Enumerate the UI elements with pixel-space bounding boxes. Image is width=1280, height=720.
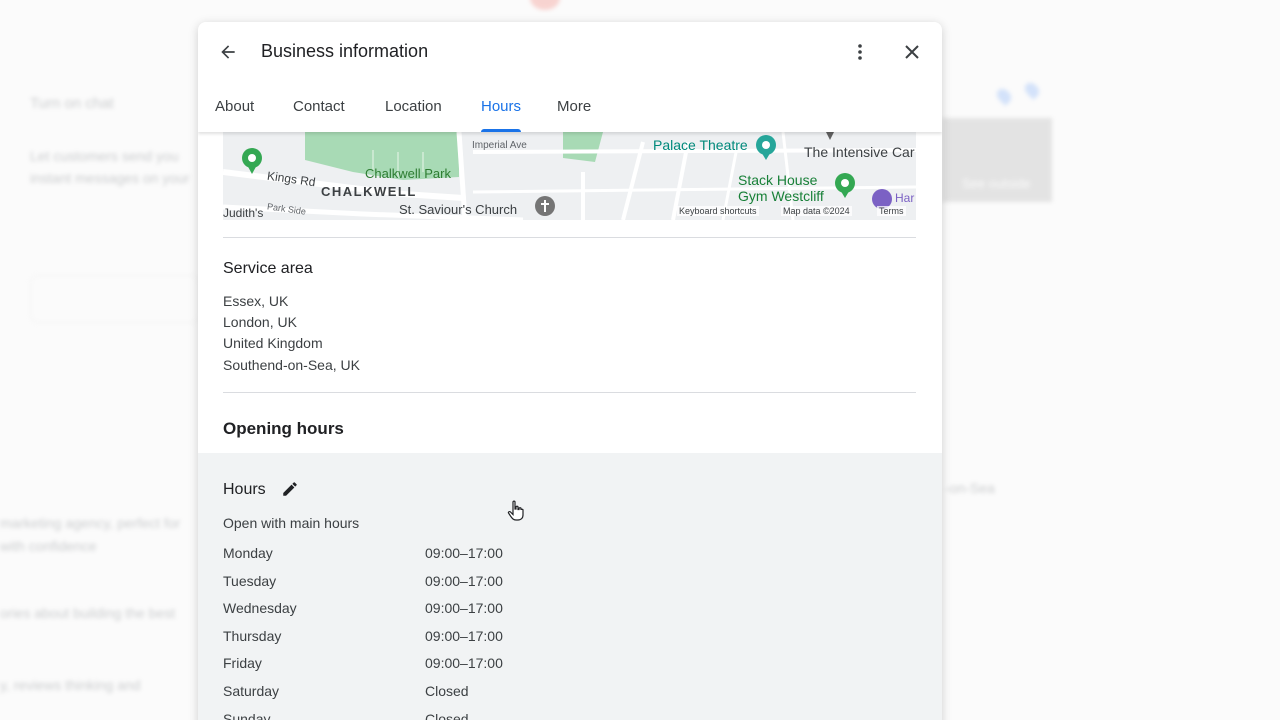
tab-hours[interactable]: Hours xyxy=(481,98,522,132)
day-hours: 09:00–17:00 xyxy=(425,545,503,561)
background-photo: See outside xyxy=(942,118,1052,202)
service-area-item: United Kingdom xyxy=(223,335,323,351)
background-chat-desc-1: Let customers send you xyxy=(30,148,179,164)
map-label: Chalkwell Park xyxy=(365,166,451,181)
hours-section[interactable]: Hours Open with main hours Monday 09:00–… xyxy=(198,453,942,720)
day-label: Friday xyxy=(223,655,262,671)
day-label: Thursday xyxy=(223,628,282,644)
dialog-title: Business information xyxy=(261,41,429,61)
tab-about[interactable]: About xyxy=(215,98,254,132)
day-hours: 09:00–17:00 xyxy=(425,573,503,589)
day-label: Wednesday xyxy=(223,600,297,616)
pencil-icon xyxy=(283,482,297,496)
opening-hours-title: Opening hours xyxy=(223,419,344,438)
hours-subtitle: Open with main hours xyxy=(223,515,360,531)
map-data-attribution: Map data ©2024 xyxy=(781,206,852,216)
business-information-dialog: Business information About Contact Locat… xyxy=(198,22,942,720)
background-photo-label: See outside xyxy=(962,176,1031,191)
back-button[interactable] xyxy=(214,38,242,66)
map-label: Imperial Ave xyxy=(472,140,527,151)
map-label: Gym Westcliff xyxy=(738,188,824,204)
background-snippet: ories about building the best xyxy=(0,605,176,621)
close-icon xyxy=(905,45,919,59)
arrow-back-icon xyxy=(221,45,235,59)
map-label: The Intensive Car xyxy=(804,144,915,160)
background-snippet: marketing agency, perfect for xyxy=(0,515,181,531)
map-label: Palace Theatre xyxy=(653,137,748,153)
background-snippet: -on-Sea xyxy=(945,480,995,496)
map-label: St. Saviour's Church xyxy=(399,202,518,217)
day-label: Sunday xyxy=(223,711,271,720)
service-area-item: London, UK xyxy=(223,314,297,330)
section-divider xyxy=(223,392,916,393)
tab-location[interactable]: Location xyxy=(385,98,442,132)
background-map-pin xyxy=(1022,80,1042,100)
more-options-button[interactable] xyxy=(850,38,870,66)
keyboard-shortcuts-link[interactable]: Keyboard shortcuts xyxy=(677,206,759,216)
day-label: Monday xyxy=(223,545,273,561)
tab-more[interactable]: More xyxy=(557,98,591,132)
tab-bar: About Contact Location Hours More xyxy=(198,92,942,132)
map-label: CHALKWELL xyxy=(321,184,417,199)
day-hours: 09:00–17:00 xyxy=(425,600,503,616)
service-area-item: Essex, UK xyxy=(223,293,289,309)
background-chat-title: Turn on chat xyxy=(30,95,114,112)
section-divider xyxy=(223,237,916,238)
background-map-pin xyxy=(994,86,1014,106)
day-hours: Closed xyxy=(425,683,469,699)
location-map[interactable]: Imperial Ave Palace Theatre The Intensiv… xyxy=(223,132,916,220)
map-label: Stack House xyxy=(738,172,818,188)
map-label: Judith's xyxy=(223,206,264,220)
background-card xyxy=(30,275,200,323)
day-hours: Closed xyxy=(425,711,469,720)
hand-cursor-icon xyxy=(507,500,525,527)
day-label: Saturday xyxy=(223,683,280,699)
day-label: Tuesday xyxy=(223,573,277,589)
close-button[interactable] xyxy=(898,38,926,66)
service-area-title: Service area xyxy=(223,260,313,277)
edit-hours-button[interactable] xyxy=(281,480,301,500)
background-snippet: with confidence xyxy=(0,538,97,554)
more-vert-icon xyxy=(858,44,862,60)
map-terms-link[interactable]: Terms xyxy=(877,206,906,216)
hours-label: Hours xyxy=(223,481,266,498)
background-chat-desc-2: instant messages on your xyxy=(30,170,190,186)
day-hours: 09:00–17:00 xyxy=(425,628,503,644)
background-snippet: y, reviews thinking and xyxy=(0,677,141,693)
day-hours: 09:00–17:00 xyxy=(425,655,503,671)
background-red-dot xyxy=(530,0,560,10)
church-icon xyxy=(535,196,555,216)
tab-contact[interactable]: Contact xyxy=(293,98,345,132)
map-label: Har xyxy=(895,191,915,205)
dialog-header: Business information About Contact Locat… xyxy=(198,22,942,132)
service-area-item: Southend-on-Sea, UK xyxy=(223,357,360,373)
